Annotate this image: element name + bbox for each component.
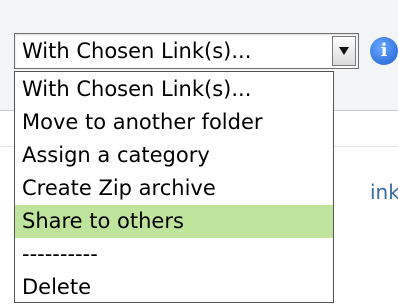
menu-item-assign-category[interactable]: Assign a category [15,139,333,172]
chevron-down-icon [339,47,349,55]
dropdown-menu: With Chosen Link(s)... Move to another f… [14,71,334,303]
menu-item-move-to-folder[interactable]: Move to another folder [15,106,333,139]
menu-item-with-chosen-links[interactable]: With Chosen Link(s)... [15,73,333,106]
menu-item-create-zip[interactable]: Create Zip archive [15,172,333,205]
menu-separator: ---------- [22,242,98,266]
info-icon[interactable]: i [370,37,398,65]
dropdown-arrow-button[interactable] [332,36,356,66]
menu-item-delete[interactable]: Delete [15,271,333,304]
action-select[interactable]: With Chosen Link(s)... [14,33,359,69]
link-text-fragment[interactable]: ink [370,180,398,204]
menu-item-share[interactable]: Share to others [15,205,333,238]
select-value: With Chosen Link(s)... [22,39,252,63]
